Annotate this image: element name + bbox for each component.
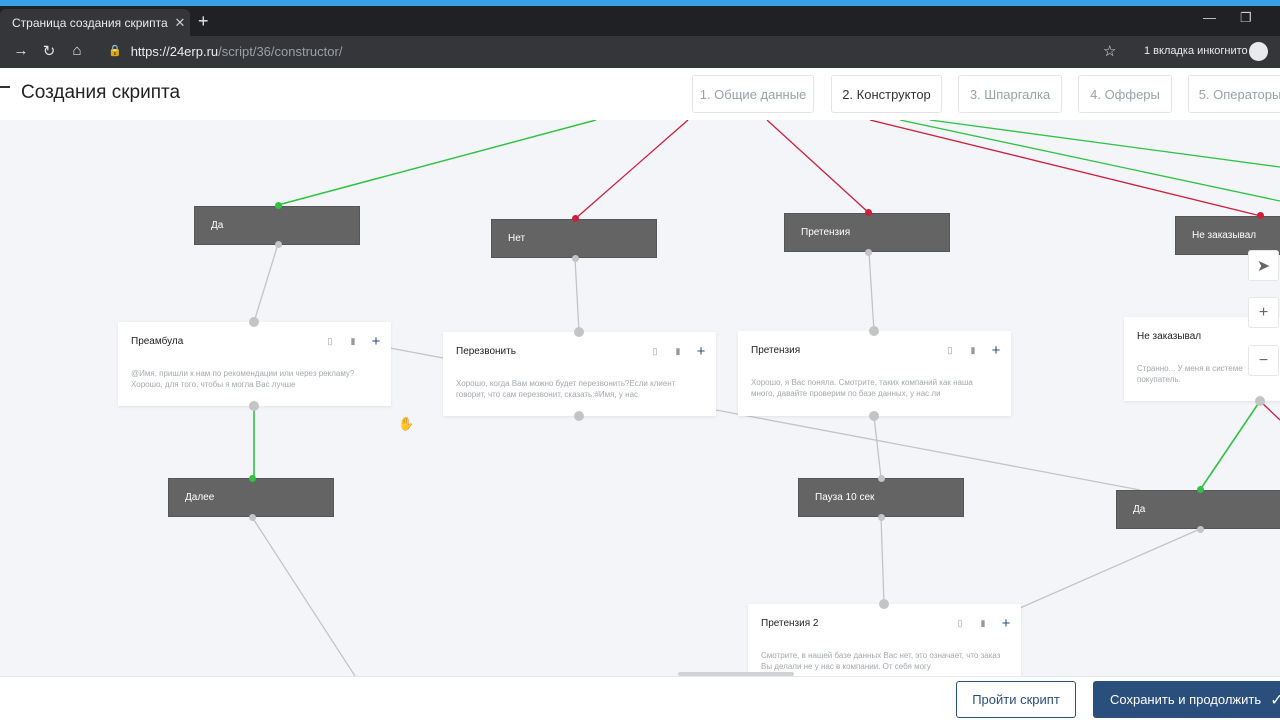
connector-dot[interactable] <box>879 599 889 609</box>
answer-node-pauza[interactable]: Пауза 10 сек <box>798 478 964 517</box>
connector-dot[interactable] <box>1197 486 1204 493</box>
footer-bar <box>0 676 1280 720</box>
step-tab-operators[interactable]: 5. Операторы <box>1188 75 1280 113</box>
answer-node-net[interactable]: Нет <box>491 219 657 258</box>
bookmark-icon[interactable]: ▯ <box>943 345 957 356</box>
link-to-da <box>277 120 597 206</box>
maximize-icon[interactable]: ❐ <box>1240 10 1252 26</box>
link-to-net <box>574 120 689 220</box>
answer-node-da[interactable]: Да <box>194 206 360 245</box>
script-card-perezvonit[interactable]: Перезвонить ▯ ▮ + Хорошо, когда Вам можн… <box>443 332 716 416</box>
zoom-out-icon[interactable]: − <box>1248 345 1279 376</box>
tab-close-icon[interactable]: ✕ <box>170 15 190 31</box>
step-tab-general[interactable]: 1. Общие данные <box>692 75 814 113</box>
forward-icon[interactable]: → <box>10 42 32 59</box>
link-green-offscreen-1 <box>899 120 1280 202</box>
connector-dot[interactable] <box>1257 212 1264 219</box>
incognito-label[interactable]: 1 вкладка инкогнито <box>1144 45 1248 57</box>
card-tools: ▯ ▮ + <box>648 343 708 360</box>
bookmark-icon[interactable]: ▯ <box>953 618 967 629</box>
card-text: Хорошо, я Вас поняла. Смотрите, таких ко… <box>751 378 973 398</box>
constructor-canvas[interactable]: Да Нет Претензия Не заказывал Далее Пауз… <box>0 120 1280 676</box>
card-text: Хорошо, когда Вам можно будет перезвонит… <box>456 379 676 399</box>
connector-dot[interactable] <box>865 209 872 216</box>
add-icon[interactable]: + <box>369 333 383 350</box>
link-to-ne-zakazyval <box>869 120 1262 217</box>
bookmark-icon[interactable]: ▯ <box>323 336 337 347</box>
link-green-offscreen-2 <box>929 120 1280 168</box>
answer-node-da-right[interactable]: Да <box>1116 490 1280 529</box>
script-card-pretenziya[interactable]: Претензия ▯ ▮ + Хорошо, я Вас поняла. См… <box>738 331 1011 416</box>
card-title: Преамбула <box>131 336 184 347</box>
url-host: https://24erp.ru <box>130 44 219 59</box>
connector-dot[interactable] <box>572 215 579 222</box>
card-text: @Имя, пришли к нам по рекомендации или ч… <box>131 369 355 389</box>
connector-dot[interactable] <box>869 411 879 421</box>
back-arrow-icon[interactable] <box>0 86 10 88</box>
page-title: Создания скрипта <box>21 82 181 103</box>
connector-dot[interactable] <box>1255 396 1265 406</box>
connector-dot[interactable] <box>574 411 584 421</box>
script-card-pretenziya-2[interactable]: Претензия 2 ▯ ▮ + Смотрите, в нашей базе… <box>748 604 1021 676</box>
connector-dot[interactable] <box>878 475 885 482</box>
url-field[interactable]: 🔒 https://24erp.ru /script/36/constructo… <box>108 44 342 59</box>
minimize-icon[interactable]: — <box>1203 10 1216 25</box>
stats-icon[interactable]: ▮ <box>671 346 685 357</box>
script-card-preambula[interactable]: Преамбула ▯ ▮ + @Имя, пришли к нам по ре… <box>118 322 391 406</box>
step-tab-offers[interactable]: 4. Офферы <box>1078 75 1172 113</box>
add-icon[interactable]: + <box>694 343 708 360</box>
card-tools: ▯ ▮ + <box>953 615 1013 632</box>
browser-tab-bar: Страница создания скрипта ✕ + — ❐ <box>0 6 1280 36</box>
save-continue-label: Сохранить и продолжить <box>1110 692 1262 707</box>
card-title: Перезвонить <box>456 346 516 357</box>
connector-dot[interactable] <box>574 327 584 337</box>
reload-icon[interactable]: ↻ <box>38 42 60 60</box>
tab-title: Страница создания скрипта <box>12 15 168 30</box>
check-icon: ✓ <box>1270 691 1280 709</box>
bookmark-star-icon[interactable]: ☆ <box>1103 42 1116 60</box>
link-to-pretenziya <box>766 120 870 214</box>
connector-dot[interactable] <box>1197 526 1204 533</box>
new-tab-button[interactable]: + <box>198 11 209 32</box>
locate-icon[interactable]: ➤ <box>1248 250 1279 281</box>
connector-dot[interactable] <box>249 317 259 327</box>
answer-node-dalee[interactable]: Далее <box>168 478 334 517</box>
add-icon[interactable]: + <box>989 342 1003 359</box>
hand-cursor-icon: ✋ <box>398 416 415 431</box>
card-title: Претензия <box>751 345 801 356</box>
connector-dot[interactable] <box>572 255 579 262</box>
add-icon[interactable]: + <box>999 615 1013 632</box>
address-bar: → ↻ ⌂ 🔒 https://24erp.ru /script/36/cons… <box>0 36 1280 68</box>
connector-dot[interactable] <box>249 401 259 411</box>
home-icon[interactable]: ⌂ <box>66 42 88 59</box>
connector-dot[interactable] <box>275 241 282 248</box>
step-tab-constructor[interactable]: 2. Конструктор <box>831 75 942 113</box>
step-tab-cheatsheet[interactable]: 3. Шпаргалка <box>958 75 1062 113</box>
bookmark-icon[interactable]: ▯ <box>648 346 662 357</box>
lock-icon: 🔒 <box>108 45 122 57</box>
connector-dot[interactable] <box>249 514 256 521</box>
run-script-button[interactable]: Пройти скрипт <box>956 681 1076 718</box>
card-title: Не заказывал <box>1137 331 1202 342</box>
connector-dot[interactable] <box>878 514 885 521</box>
connector-dot[interactable] <box>869 326 879 336</box>
connector-dot[interactable] <box>249 475 256 482</box>
answer-node-pretenziya[interactable]: Претензия <box>784 213 950 252</box>
stats-icon[interactable]: ▮ <box>346 336 360 347</box>
url-path: /script/36/constructor/ <box>218 44 343 59</box>
card-tools: ▯ ▮ + <box>323 333 383 350</box>
incognito-icon[interactable] <box>1249 42 1268 61</box>
connector-dot[interactable] <box>275 202 282 209</box>
card-tools: ▯ ▮ + <box>943 342 1003 359</box>
save-continue-button[interactable]: Сохранить и продолжить ✓ <box>1093 681 1280 718</box>
zoom-in-icon[interactable]: + <box>1248 297 1279 328</box>
stats-icon[interactable]: ▮ <box>966 345 980 356</box>
connector-dot[interactable] <box>865 249 872 256</box>
card-title: Претензия 2 <box>761 618 819 629</box>
card-text: Смотрите, в нашей базе данных Вас нет, э… <box>761 651 1001 671</box>
browser-tab[interactable]: Страница создания скрипта ✕ <box>0 9 190 36</box>
stats-icon[interactable]: ▮ <box>976 618 990 629</box>
